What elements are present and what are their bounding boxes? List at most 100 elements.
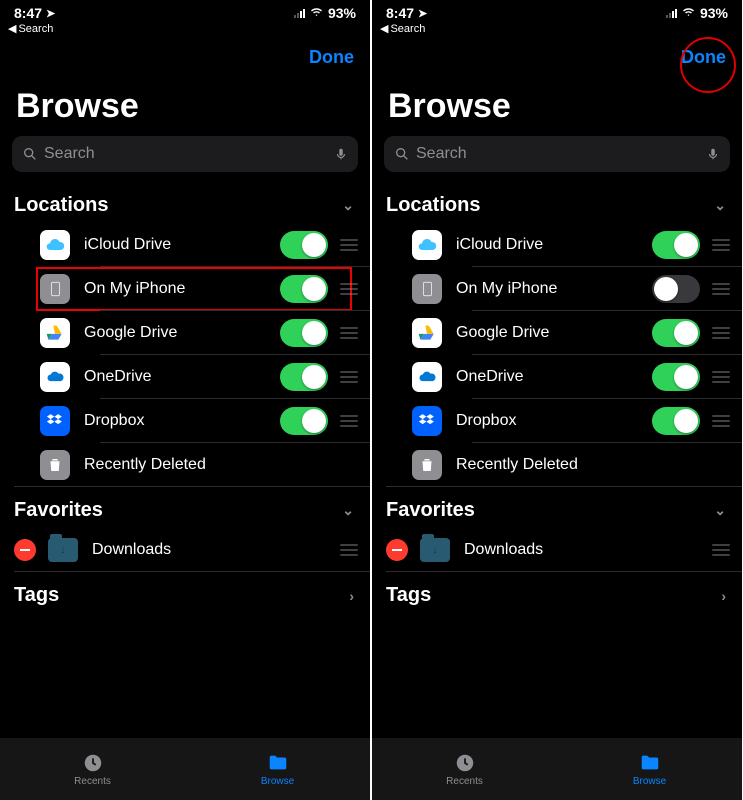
tab-browse-label: Browse (261, 776, 294, 787)
search-placeholder: Search (44, 145, 334, 163)
tab-bar: Recents Browse (0, 738, 370, 800)
phone-icon (412, 274, 442, 304)
locations-label: Locations (14, 194, 108, 217)
clock-icon (452, 752, 478, 774)
done-button[interactable]: Done (309, 47, 354, 77)
chevron-left-icon: ◀ (380, 22, 388, 35)
search-placeholder: Search (416, 145, 706, 163)
phone-screen: 8:47 ➤ 93% ◀ Search Done Browse Search (372, 0, 742, 800)
reorder-handle-icon[interactable] (338, 239, 360, 251)
location-row: Dropbox (0, 399, 370, 443)
location-toggle[interactable] (652, 231, 700, 259)
location-label: iCloud Drive (456, 236, 652, 254)
locations-list: iCloud Drive On My iPhone Google Drive O… (372, 223, 742, 487)
recently-deleted-label: Recently Deleted (84, 456, 360, 474)
reorder-handle-icon[interactable] (338, 283, 360, 295)
icloud-icon (412, 230, 442, 260)
back-to-search[interactable]: ◀ Search (372, 22, 742, 39)
reorder-handle-icon[interactable] (710, 283, 732, 295)
tags-label: Tags (386, 584, 431, 607)
tab-recents[interactable]: Recents (372, 738, 557, 800)
tab-bar: Recents Browse (372, 738, 742, 800)
tab-recents-label: Recents (74, 776, 111, 787)
mic-icon[interactable] (334, 145, 348, 163)
location-row: On My iPhone (0, 267, 370, 311)
folder-icon (637, 752, 663, 774)
location-row: On My iPhone (372, 267, 742, 311)
favorites-list: Downloads (0, 528, 370, 572)
trash-icon (40, 450, 70, 480)
favorites-header[interactable]: Favorites ⌄ (0, 487, 370, 528)
phone-icon (40, 274, 70, 304)
location-toggle[interactable] (652, 319, 700, 347)
reorder-handle-icon[interactable] (338, 415, 360, 427)
reorder-handle-icon[interactable] (710, 544, 732, 556)
location-toggle[interactable] (652, 275, 700, 303)
icloud-icon (40, 230, 70, 260)
chevron-right-icon: › (349, 588, 354, 604)
locations-header[interactable]: Locations ⌄ (372, 182, 742, 223)
favorites-label: Favorites (14, 499, 103, 522)
back-label: Search (390, 23, 425, 35)
location-label: OneDrive (456, 368, 652, 386)
favorites-list: Downloads (372, 528, 742, 572)
recently-deleted-row[interactable]: Recently Deleted (0, 443, 370, 487)
gdrive-icon (412, 318, 442, 348)
location-toggle[interactable] (280, 275, 328, 303)
location-label: Google Drive (84, 324, 280, 342)
location-row: OneDrive (372, 355, 742, 399)
favorites-label: Favorites (386, 499, 475, 522)
search-icon (394, 146, 410, 162)
tab-browse-label: Browse (633, 776, 666, 787)
battery-percent: 93% (700, 5, 728, 21)
location-row: iCloud Drive (372, 223, 742, 267)
reorder-handle-icon[interactable] (338, 544, 360, 556)
reorder-handle-icon[interactable] (710, 371, 732, 383)
battery-percent: 93% (328, 5, 356, 21)
tab-browse[interactable]: Browse (185, 738, 370, 800)
dropbox-icon (40, 406, 70, 436)
gdrive-icon (40, 318, 70, 348)
clock-icon (80, 752, 106, 774)
tags-header[interactable]: Tags › (372, 572, 742, 613)
tags-header[interactable]: Tags › (0, 572, 370, 613)
location-toggle[interactable] (280, 231, 328, 259)
search-input[interactable]: Search (384, 136, 730, 172)
location-toggle[interactable] (652, 363, 700, 391)
favorite-row: Downloads (0, 528, 370, 572)
locations-list: iCloud Drive On My iPhone Google Drive O… (0, 223, 370, 487)
location-arrow-icon: ➤ (46, 7, 55, 20)
status-time: 8:47 (386, 5, 414, 21)
favorites-header[interactable]: Favorites ⌄ (372, 487, 742, 528)
locations-label: Locations (386, 194, 480, 217)
tab-recents[interactable]: Recents (0, 738, 185, 800)
search-input[interactable]: Search (12, 136, 358, 172)
location-label: OneDrive (84, 368, 280, 386)
downloads-folder-icon (420, 538, 450, 562)
reorder-handle-icon[interactable] (338, 327, 360, 339)
page-title: Browse (0, 81, 370, 136)
remove-favorite-button[interactable] (14, 539, 36, 561)
tab-browse[interactable]: Browse (557, 738, 742, 800)
downloads-folder-icon (48, 538, 78, 562)
reorder-handle-icon[interactable] (710, 239, 732, 251)
done-button[interactable]: Done (681, 47, 726, 77)
back-to-search[interactable]: ◀ Search (0, 22, 370, 39)
reorder-handle-icon[interactable] (710, 327, 732, 339)
favorite-label: Downloads (92, 541, 338, 559)
location-label: iCloud Drive (84, 236, 280, 254)
remove-favorite-button[interactable] (386, 539, 408, 561)
reorder-handle-icon[interactable] (710, 415, 732, 427)
recently-deleted-row[interactable]: Recently Deleted (372, 443, 742, 487)
location-row: iCloud Drive (0, 223, 370, 267)
mic-icon[interactable] (706, 145, 720, 163)
location-arrow-icon: ➤ (418, 7, 427, 20)
reorder-handle-icon[interactable] (338, 371, 360, 383)
location-toggle[interactable] (280, 363, 328, 391)
location-toggle[interactable] (280, 319, 328, 347)
onedrive-icon (40, 362, 70, 392)
wifi-icon (681, 6, 696, 21)
locations-header[interactable]: Locations ⌄ (0, 182, 370, 223)
location-toggle[interactable] (652, 407, 700, 435)
location-toggle[interactable] (280, 407, 328, 435)
